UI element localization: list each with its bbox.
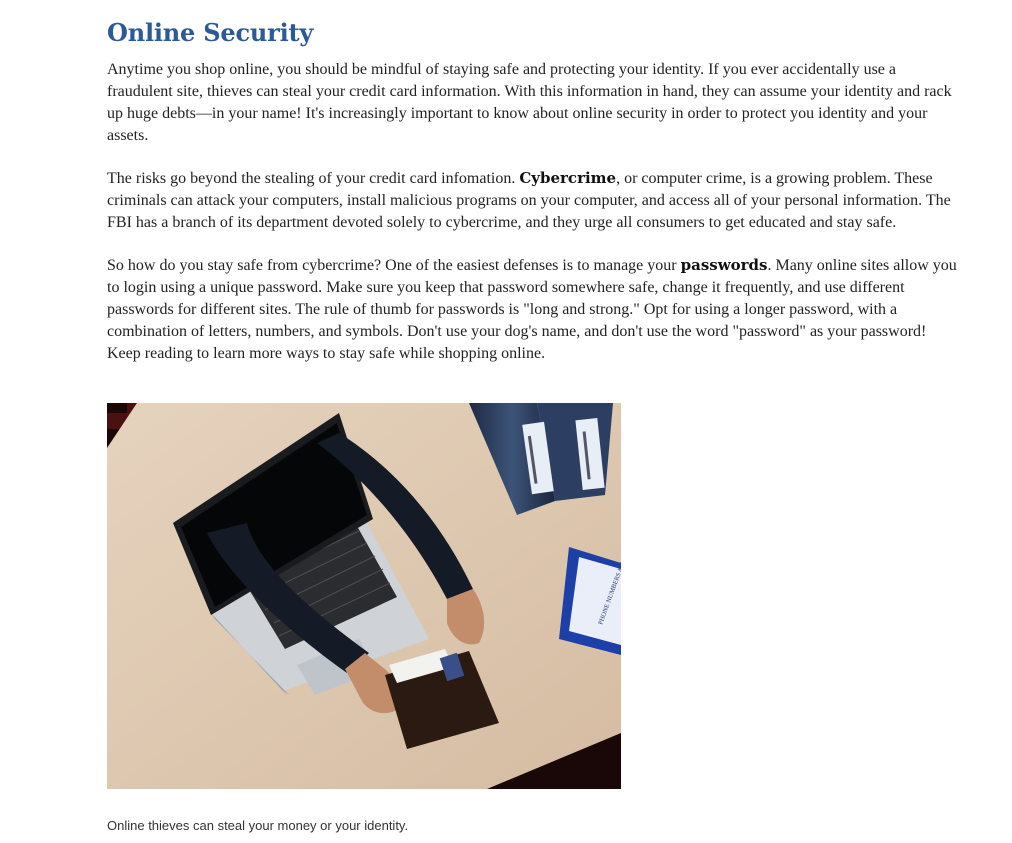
paragraph-passwords: So how do you stay safe from cybercrime?… (107, 254, 962, 365)
image-caption: Online thieves can steal your money or y… (107, 818, 409, 833)
article-content: Online Security Anytime you shop online,… (107, 14, 962, 385)
paragraph-text: So how do you stay safe from cybercrime?… (107, 257, 681, 274)
page: Online Security Anytime you shop online,… (0, 0, 1012, 843)
paragraph-text: Anytime you shop online, you should be m… (107, 61, 952, 144)
thief-laptop-illustration: PHONE NUMBERS & ADDRESSES (107, 403, 621, 789)
page-title: Online Security (107, 18, 314, 47)
term-cybercrime: Cybercrime (519, 169, 617, 187)
paragraph-text: The risks go beyond the stealing of your… (107, 170, 520, 187)
term-passwords: passwords (680, 256, 768, 274)
paragraph-intro: Anytime you shop online, you should be m… (107, 59, 962, 147)
article-image: PHONE NUMBERS & ADDRESSES (107, 403, 621, 789)
paragraph-cybercrime: The risks go beyond the stealing of your… (107, 167, 962, 234)
